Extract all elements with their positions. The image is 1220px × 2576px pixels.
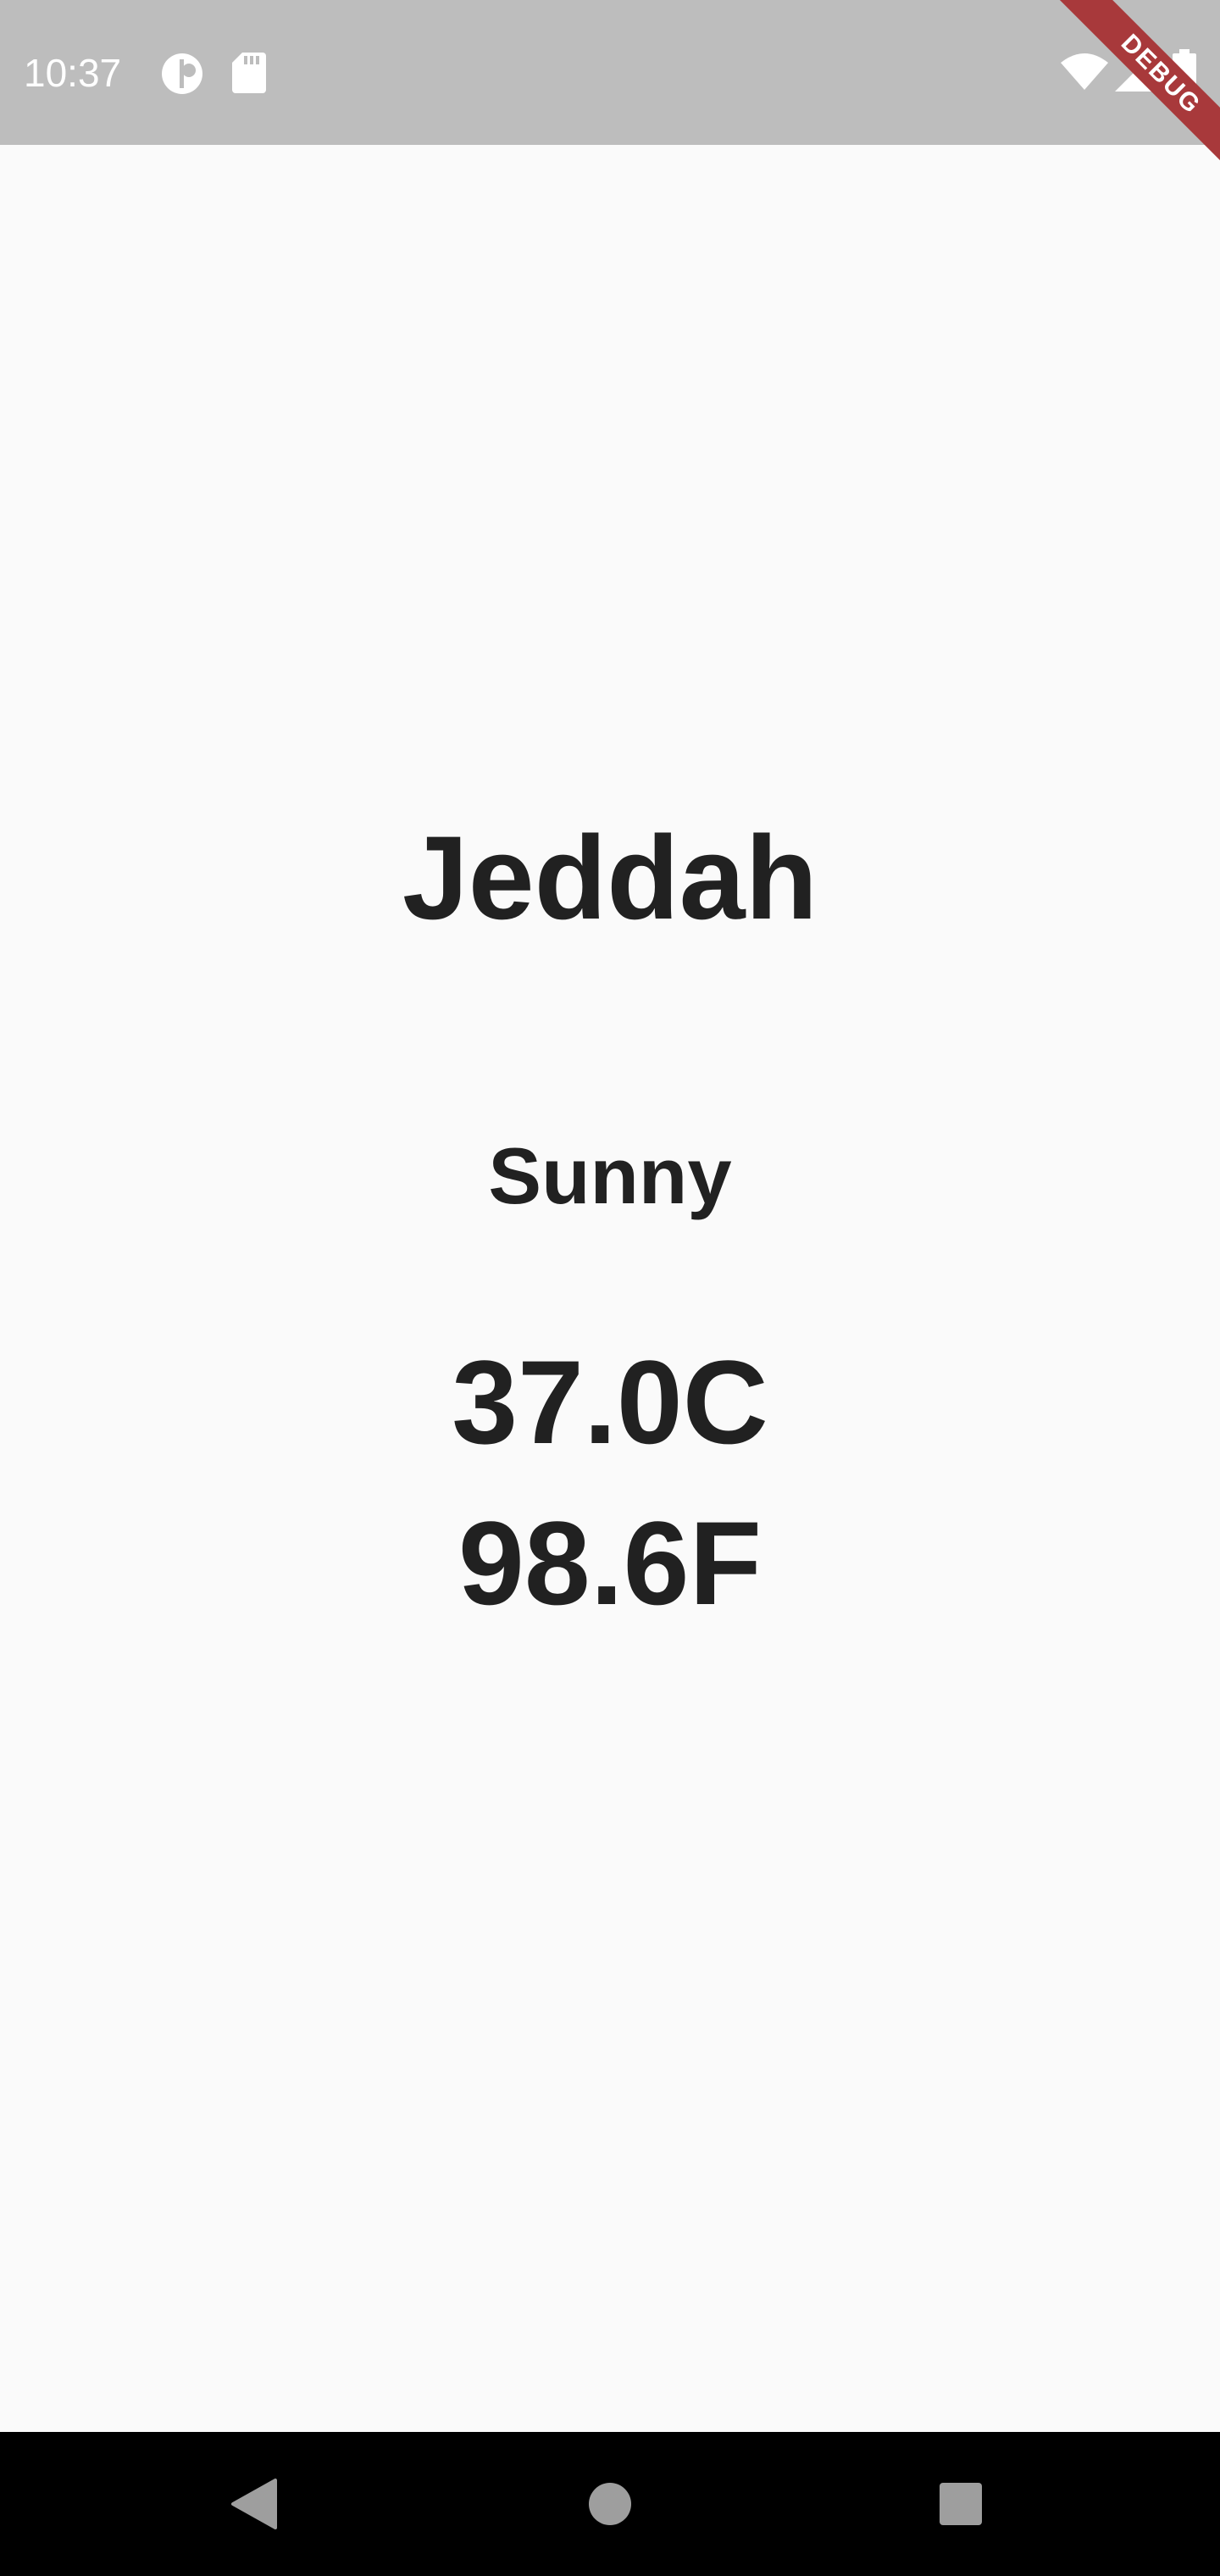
city-name: Jeddah: [402, 811, 818, 944]
home-button[interactable]: [508, 2432, 712, 2576]
notification-icon: [162, 53, 202, 94]
back-icon: [231, 2479, 277, 2529]
status-time: 10:37: [24, 51, 122, 95]
recents-icon: [940, 2483, 982, 2525]
back-button[interactable]: [152, 2432, 356, 2576]
sd-card-icon: [232, 53, 266, 93]
temperature-celsius: 37.0C: [452, 1335, 768, 1468]
navigation-bar: [0, 2432, 1220, 2576]
home-icon: [589, 2483, 631, 2525]
weather-panel: Jeddah Sunny 37.0C 98.6F: [0, 145, 1220, 2432]
recents-button[interactable]: [859, 2432, 1062, 2576]
temperature-fahrenheit: 98.6F: [458, 1496, 762, 1629]
weather-condition: Sunny: [488, 1131, 732, 1220]
